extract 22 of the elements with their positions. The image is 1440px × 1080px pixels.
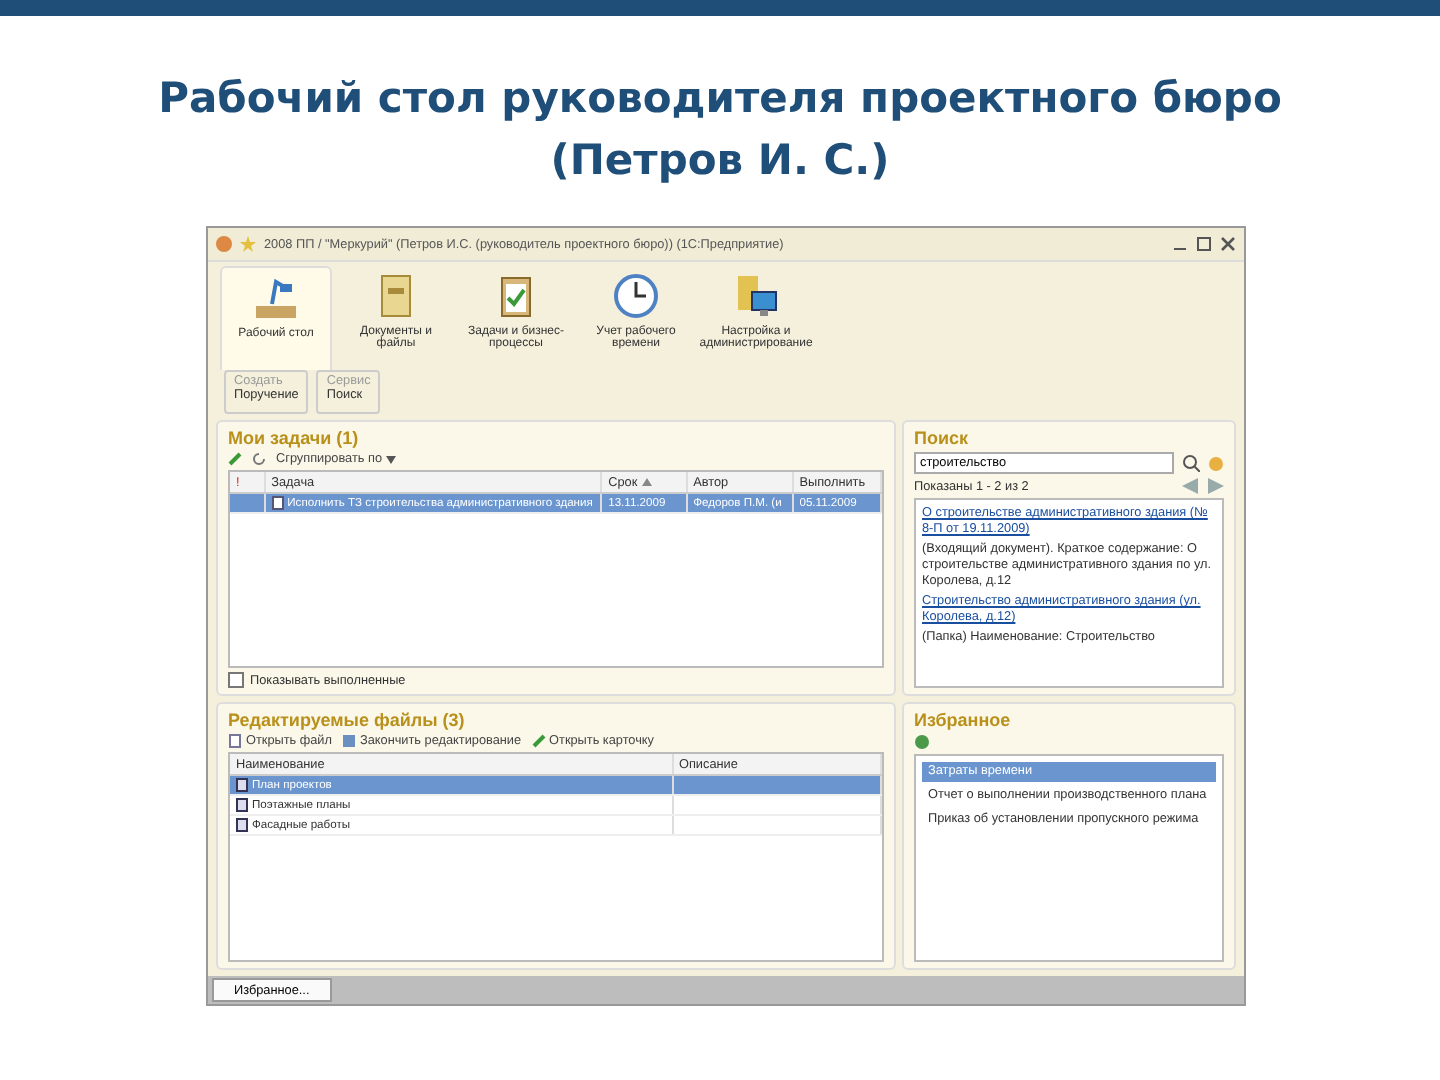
panel-title: Поиск — [914, 428, 971, 448]
refresh-icon — [252, 452, 266, 466]
panel-title: Мои задачи (1) — [228, 428, 361, 448]
close-icon — [1220, 236, 1236, 252]
sort-icon — [641, 478, 652, 486]
panel-title: Избранное — [914, 710, 1013, 730]
file-icon — [228, 734, 242, 748]
caret-icon — [386, 455, 397, 463]
save-icon — [341, 734, 356, 748]
next-icon — [1208, 478, 1224, 494]
star-icon — [240, 236, 256, 252]
previous-icon — [1182, 478, 1198, 494]
app-logo-icon — [216, 236, 232, 252]
slide-title: (Петров И. С.) — [550, 134, 890, 188]
slide-title: Рабочий стол руководителя проектного бюро — [158, 72, 1282, 126]
pencil-icon — [531, 734, 546, 748]
pencil-icon — [228, 452, 242, 466]
clock-icon — [610, 270, 662, 322]
checkbox[interactable] — [228, 672, 244, 688]
maximize-icon — [1196, 236, 1212, 252]
search-icon — [1182, 454, 1200, 472]
panel-title: Редактируемые файлы (3) — [228, 710, 467, 730]
